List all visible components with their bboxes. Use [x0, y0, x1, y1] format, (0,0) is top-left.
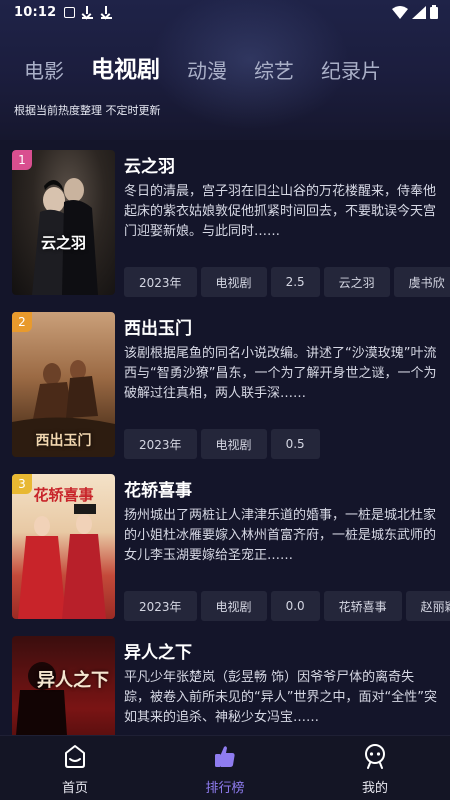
tag-actor: 赵丽颖 — [405, 591, 450, 621]
tag-score: 0.0 — [270, 591, 320, 621]
poster-title: 西出玉门 — [35, 433, 92, 449]
list-item[interactable]: 异人之下 异人之下 平凡少年张楚岚（彭昱畅 饰）因爷爷尸体的离奇失踪，被卷入前所… — [0, 626, 450, 735]
home-icon — [65, 745, 85, 768]
tag-score: 0.5 — [270, 429, 320, 459]
tag-name: 云之羽 — [323, 267, 390, 297]
nav-ranking-label: 排行榜 — [205, 781, 245, 796]
tag-type: 电视剧 — [200, 591, 267, 621]
tag-score: 2.5 — [270, 267, 320, 297]
battery-icon — [430, 5, 438, 19]
list-item[interactable]: 云之羽 1 云之羽 冬日的清晨，宫子羽在旧尘山谷的万花楼醒来，侍奉他起床的紫衣姑… — [0, 140, 450, 302]
bottom-nav: 首页 排行榜 我的 — [0, 735, 450, 800]
tag-year: 2023年 — [124, 267, 197, 297]
poster-title: 云之羽 — [40, 234, 86, 252]
poster-title: 异人之下 — [37, 670, 109, 691]
tag-type: 电视剧 — [200, 429, 267, 459]
poster-image[interactable]: 花轿喜事 3 — [12, 474, 115, 619]
tag-type: 电视剧 — [200, 267, 267, 297]
item-description: 平凡少年张楚岚（彭昱畅 饰）因爷爷尸体的离奇失踪，被卷入前所未见的“异人”世界之… — [124, 670, 437, 725]
tag-row: 2023年 电视剧 0.0 花轿喜事 赵丽颖 — [124, 591, 450, 621]
poster-art — [32, 178, 98, 295]
tag-year: 2023年 — [124, 429, 197, 459]
item-description: 扬州城出了两桩让人津津乐道的婚事，一桩是城北杜家的小姐杜冰雁要嫁入林州首富齐府，… — [124, 508, 437, 563]
tab-tv-series[interactable]: 电视剧 — [91, 50, 160, 84]
category-tabs: 电影 电视剧 动漫 综艺 纪录片 — [24, 50, 408, 84]
nav-profile-label: 我的 — [361, 781, 388, 796]
tab-variety[interactable]: 综艺 — [254, 55, 294, 84]
tag-actor: 虞书欣 — [393, 267, 450, 297]
rank-badge: 3 — [12, 474, 32, 494]
tab-documentary[interactable]: 纪录片 — [321, 55, 381, 84]
signal-icon — [412, 5, 426, 19]
tag-name: 花轿喜事 — [323, 591, 402, 621]
notification-icon — [64, 6, 76, 18]
nav-profile[interactable]: 我的 — [300, 736, 450, 800]
ranking-subtitle: 根据当前热度整理 不定时更新 — [14, 104, 161, 117]
item-title[interactable]: 花轿喜事 — [124, 476, 192, 501]
download-icon — [100, 5, 113, 19]
tag-row: 2023年 电视剧 0.5 — [124, 429, 450, 459]
ranking-list[interactable]: 云之羽 1 云之羽 冬日的清晨，宫子羽在旧尘山谷的万花楼醒来，侍奉他起床的紫衣姑… — [0, 140, 450, 735]
rank-badge: 1 — [12, 150, 32, 170]
ranking-icon — [215, 746, 235, 767]
tag-year: 2023年 — [124, 591, 197, 621]
item-title[interactable]: 西出玉门 — [124, 314, 192, 339]
rank-badge: 2 — [12, 312, 32, 332]
nav-home-label: 首页 — [61, 781, 88, 796]
profile-icon — [365, 744, 385, 769]
tab-movie[interactable]: 电影 — [24, 55, 64, 84]
nav-home[interactable]: 首页 — [0, 736, 150, 800]
status-time: 10:12 — [14, 4, 57, 20]
tab-anime[interactable]: 动漫 — [187, 55, 227, 84]
tag-row: 2023年 电视剧 2.5 云之羽 虞书欣 — [124, 267, 450, 297]
item-title[interactable]: 异人之下 — [124, 638, 192, 663]
nav-ranking[interactable]: 排行榜 — [150, 736, 300, 800]
poster-image[interactable]: 云之羽 1 — [12, 150, 115, 295]
item-description: 冬日的清晨，宫子羽在旧尘山谷的万花楼醒来，侍奉他起床的紫衣姑娘敦促他抓紧时间回去… — [124, 184, 437, 239]
download-icon — [81, 5, 94, 19]
item-description: 该剧根据尾鱼的同名小说改编。讲述了“沙漠玫瑰”叶流西与“智勇沙獠”昌东，一个为了… — [124, 346, 437, 401]
poster-image[interactable]: 异人之下 — [12, 636, 115, 735]
poster-image[interactable]: 西出玉门 2 — [12, 312, 115, 457]
list-item[interactable]: 西出玉门 2 西出玉门 该剧根据尾鱼的同名小说改编。讲述了“沙漠玫瑰”叶流西与“… — [0, 302, 450, 464]
wifi-icon — [392, 5, 408, 19]
item-title[interactable]: 云之羽 — [124, 152, 175, 177]
list-item[interactable]: 花轿喜事 3 花轿喜事 扬州城出了两桩让人津津乐道的婚事，一桩是城北杜家的小姐杜… — [0, 464, 450, 626]
header: 10:12 电影 电视剧 动漫 综艺 纪录片 根据当前热度整理 不定时更新 — [0, 0, 450, 140]
status-right — [392, 5, 438, 19]
status-bar: 10:12 — [0, 0, 450, 24]
